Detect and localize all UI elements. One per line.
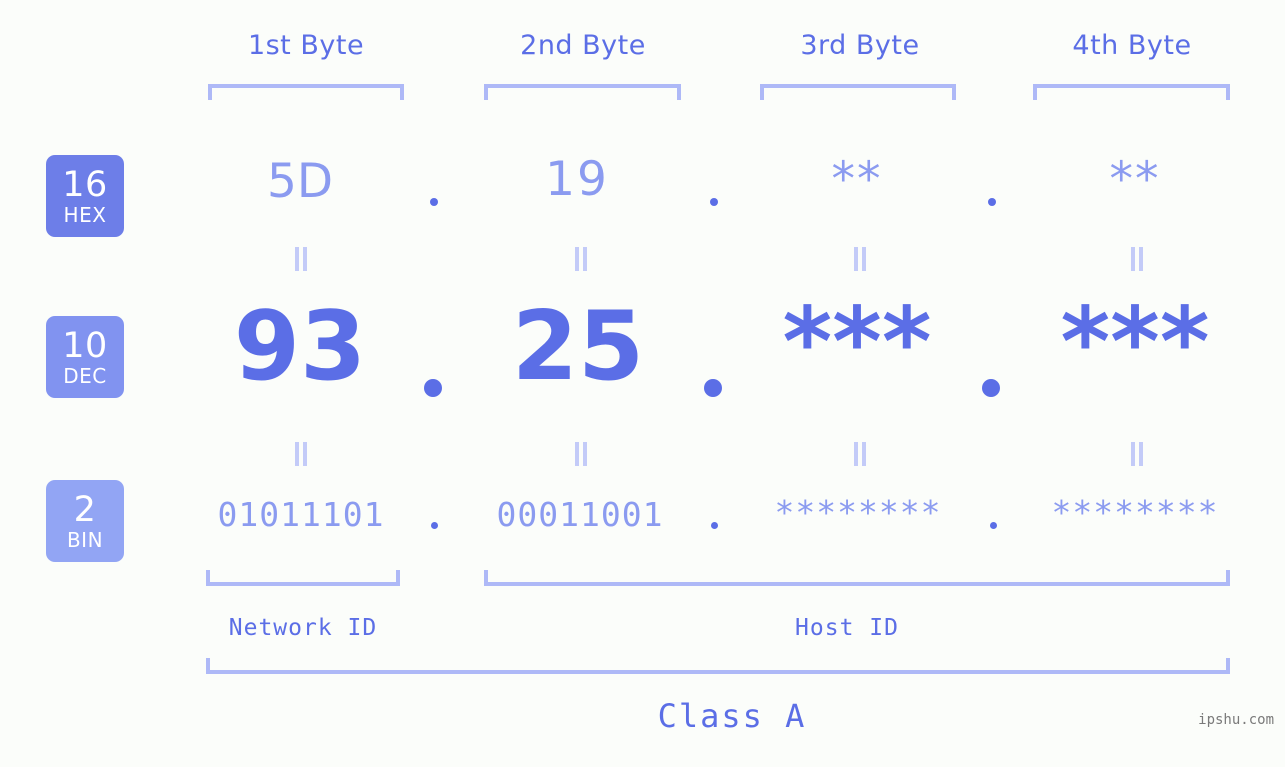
byte-header-1: 1st Byte [247,30,365,61]
class-bracket [206,658,1230,674]
byte-bracket-2 [484,84,681,100]
byte-header-2: 2nd Byte [520,30,646,61]
network-id-bracket [206,570,400,586]
dec-separator-dot-2 [704,379,722,397]
dec-byte-1: 93 [233,292,367,402]
bin-separator-dot-1 [431,522,438,529]
hex-byte-1: 5D [266,154,334,209]
base-badge-dec-label: DEC [63,363,107,388]
hex-byte-3: ** [831,152,883,207]
bin-separator-dot-2 [711,522,718,529]
hex-byte-4: ** [1109,152,1161,207]
byte-bracket-4 [1033,84,1230,100]
equivalence-marker-dec-bin-3 [853,442,867,466]
hex-separator-dot-1 [430,198,438,206]
base-badge-bin-number: 2 [73,489,97,530]
host-id-bracket [484,570,1230,586]
bin-byte-1: 01011101 [217,495,385,534]
hex-separator-dot-3 [988,198,996,206]
equivalence-marker-hex-dec-2 [574,247,588,271]
dec-byte-4: *** [1060,288,1210,398]
equivalence-marker-dec-bin-1 [294,442,308,466]
host-id-label: Host ID [795,615,899,641]
byte-header-3: 3rd Byte [800,30,920,61]
equivalence-marker-dec-bin-4 [1130,442,1144,466]
base-badge-bin: 2 BIN [46,480,124,562]
network-id-label: Network ID [228,615,378,641]
dec-separator-dot-3 [982,379,1000,397]
equivalence-marker-hex-dec-1 [294,247,308,271]
class-label: Class A [657,697,807,735]
base-badge-bin-label: BIN [66,527,104,552]
bin-byte-3: ******** [774,493,942,532]
bin-byte-4: ******** [1051,493,1219,532]
equivalence-marker-dec-bin-2 [574,442,588,466]
ip-address-breakdown-diagram: 1st Byte 2nd Byte 3rd Byte 4th Byte 16 H… [0,0,1285,767]
hex-separator-dot-2 [710,198,718,206]
dec-byte-3: *** [782,288,932,398]
base-badge-hex-number: 16 [62,164,108,205]
equivalence-marker-hex-dec-4 [1130,247,1144,271]
dec-byte-2: 25 [511,292,645,402]
byte-header-4: 4th Byte [1072,30,1192,61]
byte-bracket-1 [208,84,404,100]
site-watermark: ipshu.com [1198,712,1274,728]
base-badge-dec-number: 10 [62,325,108,366]
base-badge-hex: 16 HEX [46,155,124,237]
base-badge-dec: 10 DEC [46,316,124,398]
byte-bracket-3 [760,84,956,100]
hex-byte-2: 19 [545,152,609,207]
bin-separator-dot-3 [990,522,997,529]
dec-separator-dot-1 [424,379,442,397]
equivalence-marker-hex-dec-3 [853,247,867,271]
base-badge-hex-label: HEX [63,202,107,227]
bin-byte-2: 00011001 [496,495,664,534]
